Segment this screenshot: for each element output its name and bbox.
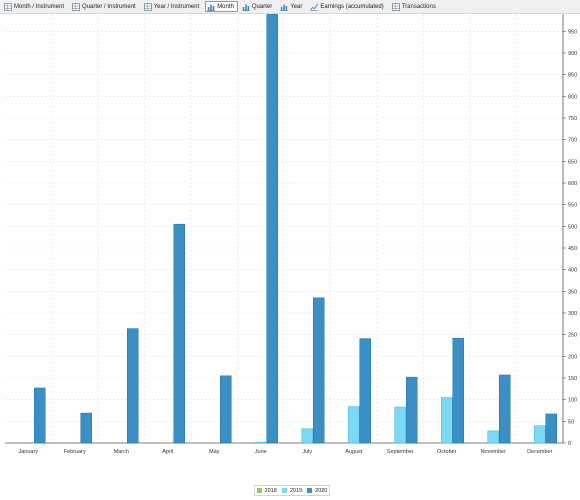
y-tick-label: 150 xyxy=(568,376,577,382)
legend-label: 2019 xyxy=(289,487,303,494)
y-tick-label: 250 xyxy=(568,333,577,339)
bar-2019-december xyxy=(534,425,546,444)
bar-2019-july xyxy=(301,428,313,444)
x-tick-label: November xyxy=(481,449,507,455)
y-tick-label: 850 xyxy=(568,73,577,79)
y-tick-label: 300 xyxy=(568,311,577,317)
x-tick-label: December xyxy=(527,449,553,455)
bar-2020-june xyxy=(266,14,278,444)
bar-2019-june xyxy=(255,441,267,444)
y-tick-label: 200 xyxy=(568,354,577,360)
x-tick-label: February xyxy=(64,449,86,455)
legend-swatch xyxy=(307,488,313,493)
tab-label: Month / Instrument xyxy=(14,3,65,10)
y-tick-label: 50 xyxy=(568,419,574,425)
y-tick-label: 500 xyxy=(568,224,577,230)
tab-month[interactable]: Month xyxy=(205,1,238,12)
bar-2020-september xyxy=(406,376,418,444)
bar-2020-october xyxy=(452,337,464,444)
x-tick-label: September xyxy=(387,449,414,455)
legend-swatch xyxy=(281,488,287,493)
bar-2020-november xyxy=(499,374,511,444)
y-tick-label: 0 xyxy=(568,441,571,447)
tab-label: Quarter / Instrument xyxy=(82,3,136,10)
tab-label: Transactions xyxy=(401,3,436,10)
x-tick-label: March xyxy=(114,449,129,455)
y-axis-labels: 0 50 100 150 200 250 300 350 400 450 500 550 600 650 7… xyxy=(563,29,577,447)
bars xyxy=(34,14,557,444)
bar-2020-august xyxy=(359,338,371,444)
y-tick-label: 800 xyxy=(568,94,577,100)
table-icon xyxy=(143,2,152,11)
legend-item-2019: 2019 xyxy=(281,487,303,494)
table-icon xyxy=(391,2,400,11)
x-tick-label: July xyxy=(302,449,312,455)
view-tab-bar: Month / Instrument Quarter / Instrument Ye… xyxy=(0,0,580,14)
legend-label: 2020 xyxy=(315,487,328,494)
legend-label: 2018 xyxy=(264,487,277,494)
chart-legend: 2018 2019 2020 xyxy=(254,485,330,496)
y-tick-label: 550 xyxy=(568,203,577,209)
bar-2020-december xyxy=(545,413,557,444)
y-tick-label: 600 xyxy=(568,181,577,187)
bar-2020-april xyxy=(173,223,185,444)
table-icon xyxy=(4,2,12,11)
bar-2020-february xyxy=(80,412,92,444)
tab-earnings-accumulated[interactable]: Earnings (accumulated) xyxy=(308,1,387,12)
bar-2019-september xyxy=(394,406,406,444)
bar-chart-icon xyxy=(280,3,288,11)
x-tick-label: June xyxy=(255,449,267,455)
tab-label: Earnings (accumulated) xyxy=(320,3,384,10)
y-tick-label: 100 xyxy=(568,398,577,404)
tab-quarter[interactable]: Quarter xyxy=(240,1,276,12)
table-icon xyxy=(72,2,80,11)
bar-2019-october xyxy=(441,397,453,444)
tab-label: Month xyxy=(217,3,234,10)
y-tick-label: 700 xyxy=(568,138,577,144)
y-tick-label: 450 xyxy=(568,246,577,252)
tab-quarter-instrument[interactable]: Quarter / Instrument xyxy=(70,1,140,12)
bar-chart-icon xyxy=(207,3,215,11)
tab-month-instrument[interactable]: Month / Instrument xyxy=(2,1,68,12)
tab-label: Year xyxy=(290,3,303,10)
legend-item-2018: 2018 xyxy=(256,487,277,494)
x-tick-label: April xyxy=(162,449,173,455)
y-tick-label: 650 xyxy=(568,159,577,165)
tab-label: Year / Instrument xyxy=(153,3,200,10)
x-tick-label: August xyxy=(345,449,363,455)
bar-chart-icon xyxy=(242,3,250,11)
y-tick-label: 350 xyxy=(568,289,577,295)
monthly-earnings-chart: 0 50 100 150 200 250 300 350 400 450 500 550 600 650 7… xyxy=(5,14,577,455)
bar-2020-january xyxy=(34,387,46,444)
grid-lines xyxy=(5,14,563,443)
bar-2020-july xyxy=(313,297,325,444)
legend-swatch xyxy=(256,488,262,493)
bar-2019-august xyxy=(348,406,360,444)
x-tick-label: October xyxy=(437,449,457,455)
y-tick-label: 400 xyxy=(568,268,577,274)
tab-year-instrument[interactable]: Year / Instrument xyxy=(142,1,203,12)
y-tick-label: 750 xyxy=(568,116,577,122)
tab-transactions[interactable]: Transactions xyxy=(390,1,440,12)
tab-label: Quarter xyxy=(251,3,273,10)
y-tick-label: 950 xyxy=(568,29,577,35)
line-chart-icon xyxy=(310,3,319,11)
tab-year[interactable]: Year xyxy=(278,1,306,12)
legend-item-2020: 2020 xyxy=(307,488,327,494)
bar-2020-may xyxy=(220,375,232,444)
x-tick-label: May xyxy=(209,449,220,455)
x-axis-labels: January February March April May June July Augu… xyxy=(18,449,552,455)
x-tick-label: January xyxy=(18,449,38,455)
y-tick-label: 900 xyxy=(568,51,577,57)
bar-2019-november xyxy=(487,430,499,444)
bar-2020-march xyxy=(127,328,139,444)
